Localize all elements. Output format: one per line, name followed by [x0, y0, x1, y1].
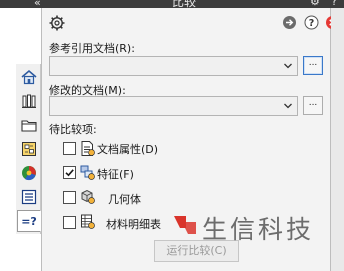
reference-doc-combo[interactable]	[49, 56, 298, 76]
right-edge-strip	[331, 8, 344, 271]
watermark-logo	[174, 216, 196, 234]
watermark-text: 生信科技	[202, 215, 315, 244]
chevron-down-icon	[284, 63, 292, 69]
custom-properties-icon	[21, 189, 36, 205]
library-books-icon	[21, 94, 36, 108]
help-circle-icon[interactable]: ?	[304, 15, 319, 30]
tab-view-palette[interactable]	[17, 138, 40, 160]
features-icon	[80, 165, 95, 180]
arrow-circle-icon[interactable]	[282, 15, 297, 30]
chevron-down-icon	[284, 103, 292, 109]
title-bar: « 比较 ⚙ ?	[0, 0, 344, 8]
document-properties-icon	[81, 141, 95, 156]
appearance-color-icon	[21, 166, 36, 181]
view-palette-icon	[21, 142, 36, 156]
collapse-chevron-icon[interactable]: «	[34, 0, 41, 8]
document-properties-checkbox[interactable]	[63, 142, 76, 155]
document-properties-label: 文档属性(D)	[97, 143, 159, 156]
geometry-icon	[81, 189, 95, 204]
features-label: 特征(F)	[97, 168, 134, 181]
gear-icon[interactable]	[48, 14, 66, 32]
tab-compare[interactable]: =?	[17, 210, 41, 232]
folder-icon	[20, 120, 37, 132]
left-margin	[0, 8, 16, 271]
window-title: 比较	[172, 0, 197, 8]
geometry-checkbox[interactable]	[63, 191, 76, 204]
task-pane-tabs: =?	[16, 64, 41, 234]
tab-file-explorer[interactable]	[17, 114, 40, 136]
tab-custom-properties[interactable]	[17, 186, 40, 208]
tab-appearances[interactable]	[17, 162, 40, 184]
bill-of-materials-label: 材料明细表	[106, 218, 161, 231]
reference-doc-label: 参考引用文档(R):	[49, 42, 135, 55]
modified-browse-button[interactable]: ...	[303, 96, 323, 115]
geometry-label: 几何体	[108, 193, 141, 206]
compare-items-heading: 待比较项:	[49, 123, 97, 136]
checkmark-icon	[65, 169, 74, 177]
reference-browse-button[interactable]: ...	[303, 56, 323, 75]
title-right-icons[interactable]: ⚙ ?	[310, 0, 341, 8]
help-glyph: ?	[309, 18, 315, 29]
tab-home[interactable]	[17, 66, 40, 88]
bill-of-materials-checkbox[interactable]	[63, 216, 76, 229]
home-icon	[20, 69, 37, 85]
tab-design-library[interactable]	[17, 90, 40, 112]
bill-of-materials-icon	[81, 214, 95, 229]
features-checkbox[interactable]	[63, 166, 76, 179]
compare-icon: =?	[21, 214, 37, 228]
modified-doc-combo[interactable]	[49, 96, 298, 116]
